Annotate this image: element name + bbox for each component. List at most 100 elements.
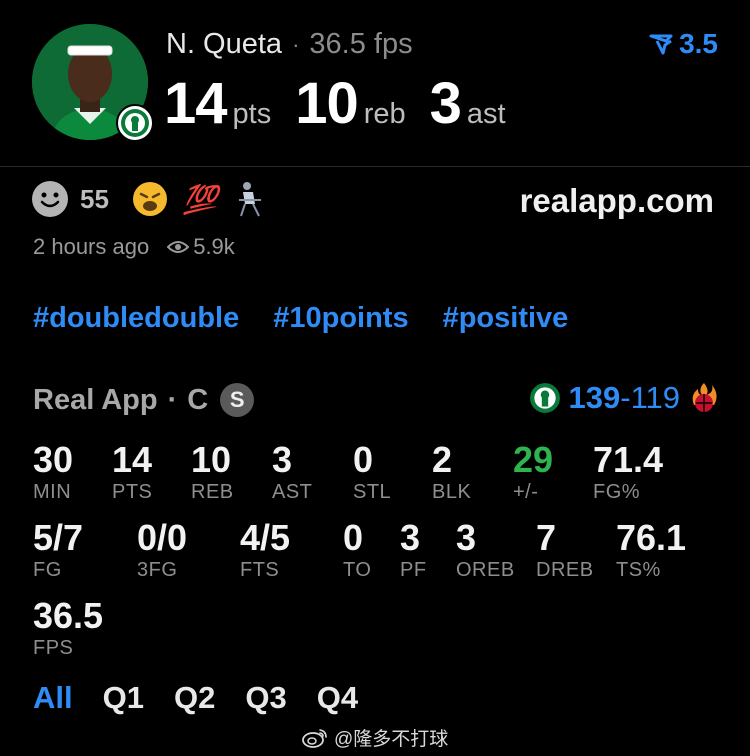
stat-pf: 3 PF (400, 518, 427, 582)
player-fps: 36.5 fps (309, 28, 413, 60)
watermark-text: @隆多不打球 (334, 729, 449, 750)
hashtag[interactable]: #positive (443, 302, 569, 335)
stat-value: 0 (343, 517, 364, 558)
stat-label: DREB (536, 559, 594, 581)
stat-label: PF (400, 559, 427, 581)
stat-label: FPS (33, 637, 74, 659)
stat-value: 29 (513, 439, 554, 480)
stat-fg-pct: 71.4 FG% (593, 440, 663, 504)
hashtag-list: #doubledouble #10points #positive (33, 302, 568, 335)
post-meta: 2 hours ago 5.9k (33, 234, 235, 260)
stat-value: 3 (456, 517, 477, 558)
tab-all[interactable]: All (33, 680, 73, 716)
home-score: 139 (568, 380, 621, 415)
away-score: 119 (630, 380, 680, 415)
stat-label: MIN (33, 481, 72, 503)
stat-plus-minus: 29 +/- (513, 440, 553, 504)
header-divider (0, 166, 750, 167)
stat-fg: 5/7 FG (33, 518, 83, 582)
assists-unit: ast (466, 98, 506, 130)
stat-ts-pct: 76.1 TS% (616, 518, 686, 582)
player-name[interactable]: N. Queta (166, 28, 282, 61)
stat-label: OREB (456, 559, 515, 581)
stat-reb: 10 REB (191, 440, 234, 504)
tab-q2[interactable]: Q2 (174, 680, 215, 716)
quarter-tabs: All Q1 Q2 Q3 Q4 (33, 680, 358, 716)
stat-label: REB (191, 481, 234, 503)
stat-value: 5/7 (33, 517, 84, 558)
stat-headline: 14 pts 10 reb 3 ast (164, 70, 530, 137)
stat-value: 71.4 (593, 439, 664, 480)
post-views: 5.9k (167, 234, 235, 260)
hashtag[interactable]: #10points (273, 302, 408, 335)
points-unit: pts (232, 98, 272, 130)
stat-dreb: 7 DREB (536, 518, 594, 582)
stat-label: FTS (240, 559, 280, 581)
stat-value: 14 (112, 439, 153, 480)
game-score[interactable]: 139-119 (529, 380, 720, 416)
stat-value: 76.1 (616, 517, 687, 558)
stat-value: 36.5 (33, 595, 104, 636)
points-value: 14 (164, 71, 228, 136)
hashtag[interactable]: #doubledouble (33, 302, 239, 335)
stat-stl: 0 STL (353, 440, 391, 504)
stat-label: +/- (513, 481, 539, 503)
boost-indicator[interactable]: 3.5 (649, 28, 718, 60)
stat-value: 7 (536, 517, 557, 558)
site-link[interactable]: realapp.com (520, 182, 714, 220)
title-separator: · (292, 31, 300, 57)
starter-badge: S (220, 383, 255, 417)
heat-logo-icon (692, 383, 717, 412)
rebounds-unit: reb (363, 98, 406, 130)
celtics-logo-icon (529, 383, 560, 413)
rebounds-value: 10 (295, 71, 359, 136)
watermark: @隆多不打球 (302, 724, 448, 751)
sitting-figure-icon[interactable] (231, 180, 269, 218)
stat-value: 0 (353, 439, 374, 480)
stat-value: 10 (191, 439, 232, 480)
stat-fps: 36.5 FPS (33, 596, 103, 660)
stat-pts: 14 PTS (112, 440, 152, 504)
views-count: 5.9k (193, 234, 235, 259)
tab-q4[interactable]: Q4 (317, 680, 358, 716)
stat-value: 2 (432, 439, 453, 480)
weary-face-icon[interactable] (131, 180, 169, 218)
stat-value: 3 (272, 439, 293, 480)
smiley-reaction-icon[interactable] (32, 181, 68, 217)
stat-value: 3 (400, 517, 421, 558)
player-position: C (187, 383, 209, 416)
stat-label: FG% (593, 481, 641, 503)
stat-value: 30 (33, 439, 74, 480)
source-separator: · (167, 383, 178, 416)
tab-q1[interactable]: Q1 (103, 680, 144, 716)
stat-to: 0 TO (343, 518, 371, 582)
player-title: N. Queta · 36.5 fps (166, 28, 413, 61)
reactions-bar: 55 💯 (32, 180, 269, 218)
stat-ast: 3 AST (272, 440, 312, 504)
stat-label: PTS (112, 481, 153, 503)
weibo-logo-icon (302, 728, 327, 748)
stat-oreb: 3 OREB (456, 518, 515, 582)
celtics-logo-icon (116, 104, 154, 142)
boost-arrow-icon (649, 34, 673, 55)
stat-label: AST (272, 481, 313, 503)
stat-label: BLK (432, 481, 472, 503)
stat-label: FG (33, 559, 62, 581)
eye-icon (167, 241, 190, 253)
tab-q3[interactable]: Q3 (245, 680, 286, 716)
post-time: 2 hours ago (33, 234, 150, 259)
stat-label: 3FG (137, 559, 178, 581)
hundred-points-icon[interactable]: 💯 (181, 180, 219, 218)
stat-fts: 4/5 FTS (240, 518, 290, 582)
stat-label: TS% (616, 559, 661, 581)
stat-min: 30 MIN (33, 440, 73, 504)
source-name: Real App (33, 383, 158, 416)
stat-blk: 2 BLK (432, 440, 471, 504)
game-source: Real App · C S (33, 383, 255, 417)
stat-label: TO (343, 559, 372, 581)
stat-3fg: 0/0 3FG (137, 518, 187, 582)
reaction-count: 55 (80, 183, 109, 214)
assists-value: 3 (429, 71, 462, 136)
boost-value: 3.5 (679, 28, 718, 59)
stat-value: 4/5 (240, 517, 291, 558)
